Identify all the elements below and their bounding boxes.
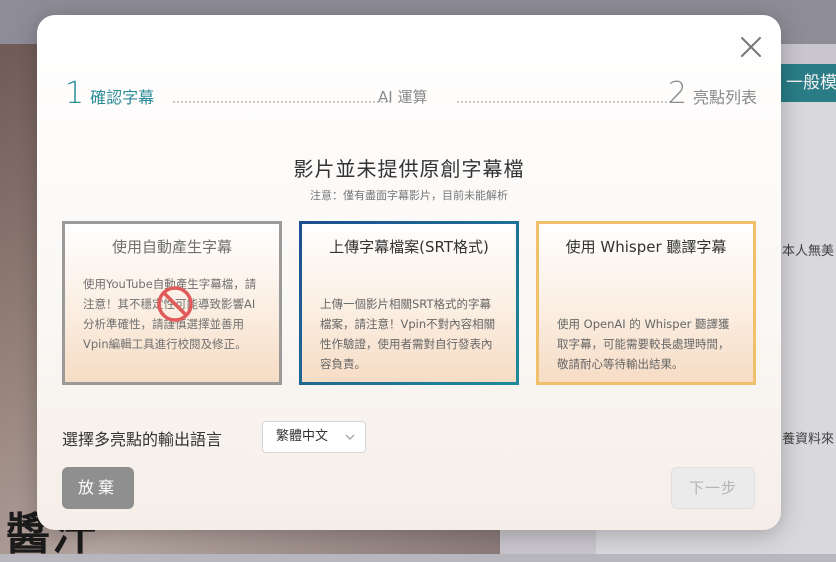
option-auto-generated-subtitles: 使用自動產生字幕 使用YouTube自動產生字幕檔，請注意！其不穩定性可能導致影… bbox=[62, 221, 282, 385]
background-mode-tab: 一般模式 bbox=[780, 64, 836, 102]
step-indicator: 1 確認字幕 AI 運算 2 亮點列表 bbox=[65, 79, 757, 115]
dialog-subtitle: 注意：僅有盡面字幕影片，目前未能解析 bbox=[310, 189, 508, 202]
option-title: 使用自動產生字幕 bbox=[111, 238, 232, 256]
option-description: 上傳一個影片相關SRT格式的字幕檔案，請注意！Vpin不對內容相關性作驗證，使用… bbox=[320, 297, 496, 371]
forbidden-icon bbox=[155, 284, 195, 324]
subtitle-source-dialog: 1 確認字幕 AI 運算 2 亮點列表 影片並未提供原創字幕檔 注意：僅有盡面字… bbox=[37, 15, 781, 530]
step-highlight-list: 2 亮點列表 bbox=[668, 79, 757, 113]
step-confirm-subtitles: 1 確認字幕 bbox=[65, 79, 154, 113]
step-label: 亮點列表 bbox=[692, 88, 757, 107]
step-connector bbox=[457, 101, 671, 103]
step-connector bbox=[173, 101, 391, 103]
next-step-button[interactable]: 下一步 bbox=[671, 467, 755, 509]
option-title: 使用 Whisper 聽譯字幕 bbox=[565, 238, 727, 256]
option-title: 上傳字幕檔案(SRT格式) bbox=[329, 238, 489, 256]
option-whisper-transcription[interactable]: 使用 Whisper 聽譯字幕 使用 OpenAI 的 Whisper 聽譯獲取… bbox=[536, 221, 756, 385]
step-ai-processing: AI 運算 bbox=[378, 87, 427, 107]
output-language-label: 選擇多亮點的輸出語言 bbox=[62, 430, 223, 449]
step-label: AI 運算 bbox=[378, 88, 428, 106]
step-label: 確認字幕 bbox=[90, 88, 155, 107]
close-icon bbox=[741, 37, 761, 57]
abandon-button[interactable]: 放棄 bbox=[62, 467, 134, 509]
step-number: 1 bbox=[65, 76, 85, 111]
chevron-down-icon bbox=[345, 432, 355, 442]
option-upload-srt[interactable]: 上傳字幕檔案(SRT格式) 上傳一個影片相關SRT格式的字幕檔案，請注意！Vpi… bbox=[299, 221, 519, 385]
close-button[interactable] bbox=[739, 35, 763, 59]
background-text-snippet: 本人無美 bbox=[782, 244, 835, 259]
selected-language: 繁體中文 bbox=[276, 429, 329, 444]
step-number: 2 bbox=[667, 76, 687, 111]
background-text-snippet: 養資料來 bbox=[782, 432, 835, 447]
output-language-select[interactable]: 繁體中文 bbox=[262, 421, 366, 453]
option-description: 使用 OpenAI 的 Whisper 聽譯獲取字幕，可能需要較長處理時間，敬請… bbox=[557, 317, 730, 371]
dialog-title: 影片並未提供原創字幕檔 bbox=[293, 157, 525, 181]
